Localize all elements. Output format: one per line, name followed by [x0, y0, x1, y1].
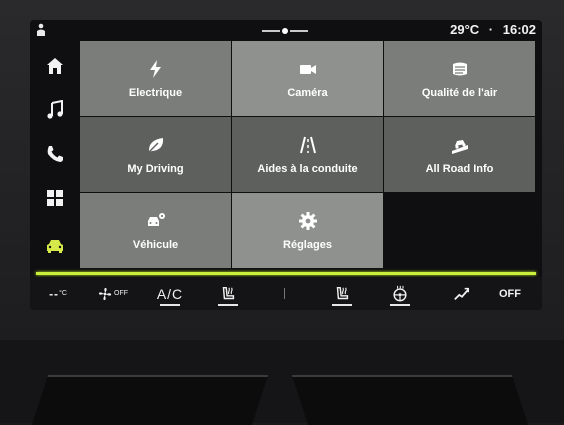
climate-off-label: OFF — [499, 287, 521, 300]
seat-heat-right-indicator — [332, 304, 352, 306]
climate-bar: -- °C OFF A/C OFF — [30, 277, 542, 310]
seat-heat-icon — [222, 286, 235, 299]
ac-label: A/C — [156, 285, 184, 302]
tile-label: Réglages — [283, 238, 332, 251]
tile-camera[interactable]: Caméra — [232, 41, 383, 116]
camera-icon — [299, 64, 316, 74]
gear-icon — [298, 211, 317, 230]
music-note-icon — [47, 100, 63, 119]
air-vent-right — [291, 375, 529, 425]
sidebar-item-phone[interactable] — [30, 132, 80, 176]
air-vent-left — [31, 375, 269, 425]
ac-indicator — [160, 304, 180, 306]
temperature-value: -- — [49, 286, 60, 301]
fan-status: OFF — [114, 290, 128, 297]
tile-label: Electrique — [128, 86, 183, 99]
road-info-icon — [451, 139, 468, 154]
fan-icon — [98, 287, 112, 300]
accent-divider — [36, 272, 536, 275]
car-icon — [47, 240, 63, 253]
temperature-unit: °C — [59, 290, 67, 297]
seat-heat-icon — [336, 286, 349, 299]
leaf-icon — [148, 137, 163, 152]
infotainment-screen: 29°C · 16:02 Electrique Caméra Qualité d… — [30, 20, 542, 310]
status-readout: 29°C · 16:02 — [450, 22, 536, 37]
steering-heat-indicator — [390, 304, 410, 306]
airflow-button[interactable] — [442, 277, 482, 310]
seat-heat-left-button[interactable] — [206, 277, 250, 310]
app-grid: Electrique Caméra Qualité de l'air My Dr… — [80, 41, 538, 271]
sidebar-item-apps[interactable] — [30, 176, 80, 220]
apps-grid-icon — [47, 190, 63, 206]
home-icon — [47, 58, 63, 74]
status-separator: · — [488, 22, 494, 37]
climate-divider — [284, 288, 285, 299]
tile-vehicule[interactable]: Véhicule — [80, 193, 231, 268]
outside-temperature: 29°C — [450, 22, 480, 37]
page-indicator — [262, 28, 308, 34]
lightning-icon — [149, 59, 161, 78]
phone-icon — [47, 146, 63, 162]
status-bar: 29°C · 16:02 — [30, 20, 542, 40]
tile-label: Véhicule — [132, 238, 179, 251]
fan-button[interactable]: OFF — [88, 277, 138, 310]
tile-label: Aides à la conduite — [257, 162, 358, 175]
tile-reglages[interactable]: Réglages — [232, 193, 383, 268]
vehicle-settings-icon — [147, 212, 165, 226]
tile-label: All Road Info — [425, 162, 494, 175]
tile-label: Caméra — [287, 86, 328, 99]
tile-label: My Driving — [127, 162, 184, 175]
sidebar — [30, 40, 80, 288]
sidebar-item-vehicle[interactable] — [30, 224, 80, 268]
temperature-left[interactable]: -- °C — [38, 277, 78, 310]
seat-heat-right-button[interactable] — [320, 277, 364, 310]
steering-wheel-heat-icon — [393, 285, 407, 301]
tile-aides-conduite[interactable]: Aides à la conduite — [232, 117, 383, 192]
climate-off-button[interactable]: OFF — [488, 277, 532, 310]
lane-assist-icon — [299, 136, 316, 153]
sidebar-item-music[interactable] — [30, 88, 80, 132]
tile-electrique[interactable]: Electrique — [80, 41, 231, 116]
tile-all-road-info[interactable]: All Road Info — [384, 117, 535, 192]
tile-my-driving[interactable]: My Driving — [80, 117, 231, 192]
tile-label: Qualité de l'air — [421, 86, 498, 99]
airflow-icon — [454, 287, 470, 300]
seat-heat-left-indicator — [218, 304, 238, 306]
clock: 16:02 — [502, 22, 536, 37]
ac-button[interactable]: A/C — [148, 277, 192, 310]
steering-heat-button[interactable] — [378, 277, 422, 310]
sidebar-item-home[interactable] — [30, 44, 80, 88]
user-profile-icon[interactable] — [36, 23, 46, 36]
air-quality-icon — [452, 62, 467, 75]
tile-qualite-air[interactable]: Qualité de l'air — [384, 41, 535, 116]
